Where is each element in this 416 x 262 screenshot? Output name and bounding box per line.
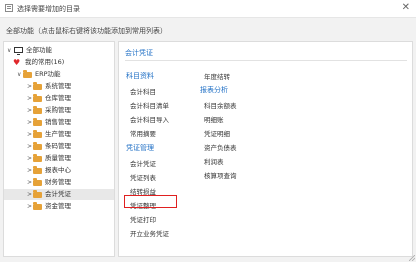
tree-node-purchase[interactable]: > 采购管理 bbox=[4, 105, 114, 116]
group-title-subject-data: 科目资料 bbox=[126, 72, 154, 80]
tree-node-label: 资金管理 bbox=[45, 202, 71, 210]
tree-node-label: 销售管理 bbox=[45, 118, 71, 126]
folder-icon bbox=[33, 166, 42, 174]
tree-node-label: 条码管理 bbox=[45, 142, 71, 150]
title-bar: 选择需要增加的目录 ✕ bbox=[0, 0, 416, 18]
window-list-icon bbox=[5, 4, 13, 12]
resize-grip-icon[interactable] bbox=[409, 255, 415, 261]
function-item-accounting-voucher[interactable]: 会计凭证 bbox=[130, 158, 156, 168]
chevron-right-icon[interactable]: > bbox=[27, 153, 32, 164]
function-item-subject-import[interactable]: 会计科目导入 bbox=[130, 114, 169, 124]
tree-node-label: 系统管理 bbox=[45, 82, 71, 90]
instruction-text: 全部功能（点击鼠标右键将该功能添加到常用列表） bbox=[6, 27, 167, 35]
function-item-ledger-detail[interactable]: 明细账 bbox=[204, 114, 224, 124]
chevron-right-icon[interactable]: > bbox=[27, 189, 32, 200]
function-item-accounting-item-query[interactable]: 核算项查询 bbox=[204, 170, 237, 180]
function-list-panel: 会计凭证 科目资料 会计科目 会计科目清单 会计科目导入 常用摘要 凭证管理 会… bbox=[118, 41, 413, 257]
folder-icon bbox=[33, 118, 42, 126]
panel-title: 会计凭证 bbox=[125, 49, 153, 57]
tree-node-production[interactable]: > 生产管理 bbox=[4, 129, 114, 140]
tree-node-label: 我的常用(16) bbox=[25, 58, 65, 66]
tree-node-label: 仓库管理 bbox=[45, 94, 71, 102]
tree-node-label: 生产管理 bbox=[45, 130, 71, 138]
function-item-subject-list[interactable]: 会计科目清单 bbox=[130, 100, 169, 110]
function-item-income-statement[interactable]: 利润表 bbox=[204, 156, 224, 166]
folder-icon bbox=[33, 178, 42, 186]
folder-icon bbox=[33, 142, 42, 150]
tree-node-finance[interactable]: > 财务管理 bbox=[4, 177, 114, 188]
tree-node-erp[interactable]: ∨ ERP功能 bbox=[4, 69, 114, 80]
folder-icon bbox=[33, 130, 42, 138]
tree-node-system[interactable]: > 系统管理 bbox=[4, 81, 114, 92]
tree-node-warehouse[interactable]: > 仓库管理 bbox=[4, 93, 114, 104]
folder-icon bbox=[33, 106, 42, 114]
tree-node-label: 会计凭证 bbox=[45, 190, 71, 198]
tree-node-quality[interactable]: > 质量管理 bbox=[4, 153, 114, 164]
chevron-right-icon[interactable]: > bbox=[27, 117, 32, 128]
chevron-right-icon[interactable]: > bbox=[27, 129, 32, 140]
chevron-down-icon[interactable]: ∨ bbox=[7, 45, 11, 56]
close-icon[interactable]: ✕ bbox=[402, 2, 410, 14]
function-item-open-business-voucher[interactable]: 开立业务凭证 bbox=[130, 228, 169, 238]
tree-node-label: 财务管理 bbox=[45, 178, 71, 186]
monitor-icon bbox=[14, 47, 23, 55]
function-item-balance-sheet[interactable]: 资产负债表 bbox=[204, 142, 237, 152]
folder-icon bbox=[23, 70, 32, 78]
folder-icon bbox=[33, 190, 42, 198]
chevron-right-icon[interactable]: > bbox=[27, 81, 32, 92]
function-item-subject-balance[interactable]: 科目余额表 bbox=[204, 100, 237, 110]
panel-divider bbox=[125, 60, 407, 61]
tree-node-reports[interactable]: > 报表中心 bbox=[4, 165, 114, 176]
folder-icon bbox=[33, 154, 42, 162]
function-item-voucher-print[interactable]: 凭证打印 bbox=[130, 214, 156, 224]
folder-icon bbox=[33, 202, 42, 210]
tree-node-favorites[interactable]: ♥ 我的常用(16) bbox=[4, 57, 114, 68]
tree-node-label: 质量管理 bbox=[45, 154, 71, 162]
tree-node-label: 报表中心 bbox=[45, 166, 71, 174]
function-item-voucher-list[interactable]: 凭证列表 bbox=[130, 172, 156, 182]
tree-node-funds[interactable]: > 资金管理 bbox=[4, 201, 114, 212]
chevron-right-icon[interactable]: > bbox=[27, 93, 32, 104]
highlight-box bbox=[124, 195, 177, 208]
tree-node-label: 全部功能 bbox=[26, 46, 52, 54]
folder-icon bbox=[33, 94, 42, 102]
function-tree[interactable]: ∨ 全部功能 ♥ 我的常用(16) ∨ ERP功能 > 系统管理 > 仓库管理 … bbox=[3, 41, 115, 257]
chevron-right-icon[interactable]: > bbox=[27, 177, 32, 188]
function-item-voucher-detail[interactable]: 凭证明细 bbox=[204, 128, 230, 138]
chevron-right-icon[interactable]: > bbox=[27, 105, 32, 116]
folder-icon bbox=[33, 82, 42, 90]
window-title: 选择需要增加的目录 bbox=[17, 5, 80, 13]
tree-node-label: 采购管理 bbox=[45, 106, 71, 114]
group-title-report-analysis: 报表分析 bbox=[200, 86, 228, 94]
group-title-voucher-management: 凭证管理 bbox=[126, 144, 154, 152]
heart-icon: ♥ bbox=[13, 58, 21, 67]
chevron-right-icon[interactable]: > bbox=[27, 141, 32, 152]
tree-node-sales[interactable]: > 销售管理 bbox=[4, 117, 114, 128]
tree-node-label: ERP功能 bbox=[35, 70, 61, 78]
tree-node-vouchers[interactable]: > 会计凭证 bbox=[4, 189, 114, 200]
function-item-common-summary[interactable]: 常用摘要 bbox=[130, 128, 156, 138]
function-item-year-end-closing[interactable]: 年度结转 bbox=[204, 71, 230, 81]
tree-node-barcode[interactable]: > 条码管理 bbox=[4, 141, 114, 152]
function-item-accounting-subject[interactable]: 会计科目 bbox=[130, 86, 156, 96]
chevron-right-icon[interactable]: > bbox=[27, 201, 32, 212]
tree-node-all-functions[interactable]: ∨ 全部功能 bbox=[4, 45, 114, 56]
chevron-down-icon[interactable]: ∨ bbox=[17, 69, 21, 80]
chevron-right-icon[interactable]: > bbox=[27, 165, 32, 176]
